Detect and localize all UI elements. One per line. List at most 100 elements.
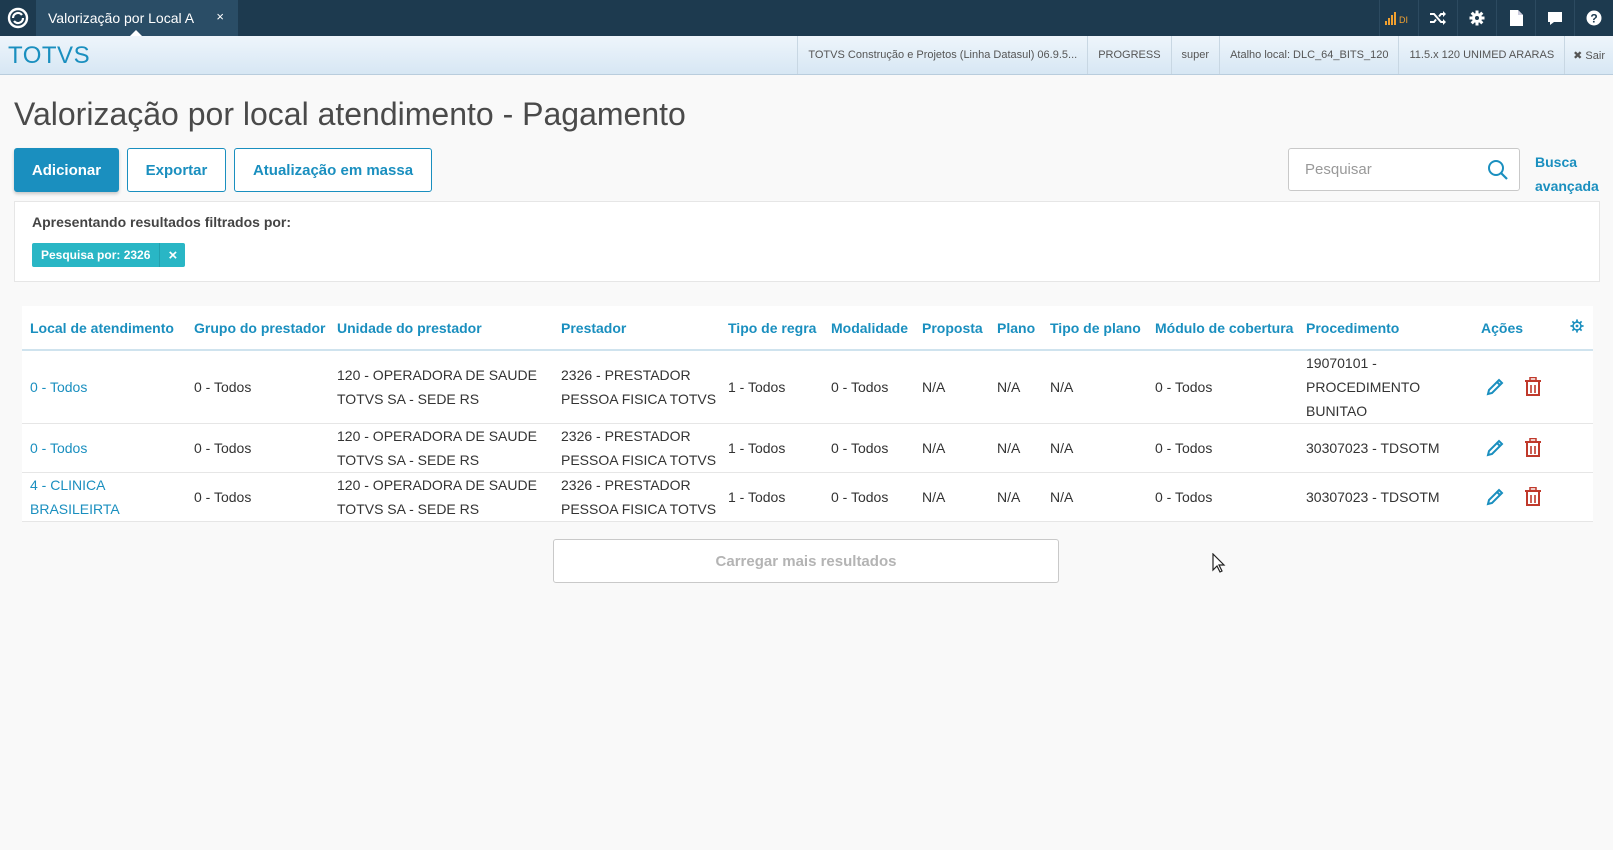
col-modulo-cobertura[interactable]: Módulo de cobertura [1147, 306, 1298, 351]
table-cell: 0 - Todos [823, 350, 914, 424]
col-acoes: Ações [1473, 306, 1560, 351]
table-header-row: Local de atendimento Grupo do prestador … [22, 306, 1593, 351]
advanced-search-link[interactable]: Busca avançada [1535, 150, 1605, 198]
bulk-update-button[interactable]: Atualização em massa [234, 148, 432, 192]
signal-label: DI [1399, 15, 1408, 25]
svg-text:?: ? [1590, 12, 1597, 26]
filter-chip-label: Pesquisa por: 2326 [41, 248, 151, 262]
table-cell: 30307023 - TDSOTM [1298, 472, 1473, 522]
search-box [1288, 148, 1520, 191]
col-modalidade[interactable]: Modalidade [823, 306, 914, 351]
table-cell: 2326 - PRESTADOR PESSOA FISICA TOTVS [553, 423, 720, 473]
edit-icon[interactable] [1483, 485, 1507, 509]
local-atendimento-link[interactable]: 0 - Todos [30, 440, 87, 456]
table-cell: 0 - Todos [186, 350, 329, 424]
table-cell: 120 - OPERADORA DE SAUDE TOTVS SA - SEDE… [329, 423, 553, 473]
export-button[interactable]: Exportar [127, 148, 226, 192]
advanced-search-line1: Busca [1535, 154, 1578, 170]
search-icon[interactable] [1487, 159, 1509, 186]
local-atendimento-link[interactable]: 0 - Todos [30, 379, 87, 395]
results-table: Local de atendimento Grupo do prestador … [22, 306, 1593, 522]
top-icons: DI ? [1379, 0, 1613, 36]
results-table-wrap: Local de atendimento Grupo do prestador … [22, 306, 1593, 522]
advanced-search-line2: avançada [1535, 178, 1599, 194]
col-unidade-prestador[interactable]: Unidade do prestador [329, 306, 553, 351]
page-title: Valorização por local atendimento - Paga… [14, 96, 686, 132]
mouse-cursor-icon [1212, 553, 1226, 573]
add-button[interactable]: Adicionar [14, 148, 119, 192]
table-cell: N/A [989, 472, 1042, 522]
chat-icon[interactable] [1535, 0, 1574, 36]
col-plano[interactable]: Plano [989, 306, 1042, 351]
table-cell: 120 - OPERADORA DE SAUDE TOTVS SA - SEDE… [329, 472, 553, 522]
table-cell: 0 - Todos [823, 423, 914, 473]
app-logo-icon[interactable] [0, 0, 36, 36]
help-icon[interactable]: ? [1574, 0, 1613, 36]
local-atendimento-link[interactable]: 4 - CLINICA BRASILEIRTA [30, 477, 120, 517]
filter-panel: Apresentando resultados filtrados por: P… [14, 201, 1600, 282]
logout-button[interactable]: ✖ Sair [1564, 36, 1613, 74]
filter-chip-close-button[interactable]: × [159, 243, 185, 267]
table-cell: 1 - Todos [720, 423, 823, 473]
column-settings-button[interactable] [1560, 306, 1593, 351]
info-shortcut: Atalho local: DLC_64_BITS_120 [1219, 36, 1398, 74]
table-cell: 0 - Todos [823, 472, 914, 522]
info-user: super [1170, 36, 1220, 74]
tab-valorizacao[interactable]: Valorização por Local A × [36, 0, 238, 36]
col-proposta[interactable]: Proposta [914, 306, 989, 351]
table-cell: N/A [989, 423, 1042, 473]
gear-icon[interactable] [1457, 0, 1496, 36]
table-cell: 0 - Todos [1147, 472, 1298, 522]
table-cell: 19070101 - PROCEDIMENTO BUNITAO [1298, 350, 1473, 424]
table-cell: N/A [989, 350, 1042, 424]
load-more-button[interactable]: Carregar mais resultados [553, 539, 1059, 583]
table-cell: N/A [1042, 472, 1147, 522]
table-cell: 0 - Todos [1147, 423, 1298, 473]
settings-gear-icon [1569, 319, 1584, 333]
row-actions [1473, 350, 1560, 424]
tab-close-button[interactable]: × [216, 9, 224, 24]
header-bar: TOTVS TOTVS Construção e Projetos (Linha… [0, 36, 1613, 75]
row-actions [1473, 472, 1560, 522]
top-bar: Valorização por Local A × DI ? [0, 0, 1613, 36]
tab-label: Valorização por Local A [48, 10, 194, 26]
table-cell: N/A [914, 350, 989, 424]
search-input[interactable] [1289, 149, 1479, 190]
document-icon[interactable] [1496, 0, 1535, 36]
filter-chip: Pesquisa por: 2326 × [32, 243, 186, 267]
table-row: 0 - Todos 0 - Todos 120 - OPERADORA DE S… [22, 350, 1593, 424]
row-actions [1473, 423, 1560, 473]
info-version: 11.5.x 120 UNIMED ARARAS [1398, 36, 1564, 74]
col-prestador[interactable]: Prestador [553, 306, 720, 351]
col-local-atendimento[interactable]: Local de atendimento [22, 306, 186, 351]
table-cell: N/A [914, 472, 989, 522]
signal-icon[interactable]: DI [1379, 0, 1418, 36]
delete-icon[interactable] [1521, 375, 1545, 399]
col-tipo-plano[interactable]: Tipo de plano [1042, 306, 1147, 351]
shuffle-icon[interactable] [1418, 0, 1457, 36]
table-cell: 0 - Todos [186, 423, 329, 473]
table-cell: 1 - Todos [720, 350, 823, 424]
table-cell: 2326 - PRESTADOR PESSOA FISICA TOTVS [553, 350, 720, 424]
table-cell: N/A [914, 423, 989, 473]
table-row: 4 - CLINICA BRASILEIRTA 0 - Todos 120 - … [22, 472, 1593, 522]
table-cell: 0 - Todos [186, 472, 329, 522]
brand-logo[interactable]: TOTVS [8, 42, 90, 70]
session-info: TOTVS Construção e Projetos (Linha Datas… [797, 36, 1613, 74]
edit-icon[interactable] [1483, 436, 1507, 460]
delete-icon[interactable] [1521, 485, 1545, 509]
col-grupo-prestador[interactable]: Grupo do prestador [186, 306, 329, 351]
edit-icon[interactable] [1483, 375, 1507, 399]
delete-icon[interactable] [1521, 436, 1545, 460]
col-procedimento[interactable]: Procedimento [1298, 306, 1473, 351]
table-cell: N/A [1042, 423, 1147, 473]
info-product: TOTVS Construção e Projetos (Linha Datas… [797, 36, 1087, 74]
table-cell: 2326 - PRESTADOR PESSOA FISICA TOTVS [553, 472, 720, 522]
table-cell: 120 - OPERADORA DE SAUDE TOTVS SA - SEDE… [329, 350, 553, 424]
info-database: PROGRESS [1087, 36, 1170, 74]
col-tipo-regra[interactable]: Tipo de regra [720, 306, 823, 351]
table-cell: 0 - Todos [1147, 350, 1298, 424]
table-row: 0 - Todos 0 - Todos 120 - OPERADORA DE S… [22, 423, 1593, 473]
table-cell: 30307023 - TDSOTM [1298, 423, 1473, 473]
table-cell: 1 - Todos [720, 472, 823, 522]
